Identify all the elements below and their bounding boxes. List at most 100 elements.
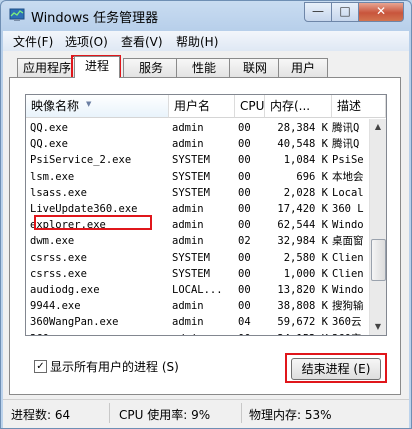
main-panel: 应用程序 进程 服务 性能 联网 用户 ▼ 映像名称 用户名 CPU 内存(..… <box>3 51 409 399</box>
table-row[interactable]: dwm.exe admin 02 32,984 K 桌面窗 <box>26 233 368 249</box>
close-button[interactable]: ✕ <box>358 2 404 22</box>
status-physical-memory: 物理内存: 53% <box>249 408 332 422</box>
tab-users[interactable]: 用户 <box>278 58 328 77</box>
maximize-button[interactable]: □ <box>331 2 359 22</box>
cell-user: SYSTEM <box>172 186 210 199</box>
cell-desc: 360 L <box>332 203 364 215</box>
column-label: CPU <box>240 99 265 113</box>
cell-cpu: 00 <box>238 251 251 264</box>
cell-mem: 1,000 K <box>283 267 328 280</box>
column-image-name[interactable]: ▼ 映像名称 <box>26 95 169 118</box>
cell-desc: 腾讯Q <box>332 138 360 151</box>
process-list[interactable]: ▼ 映像名称 用户名 CPU 内存(... 描述 QQ.exe admin 00 28… <box>25 94 387 336</box>
cell-mem: 696 K <box>296 170 328 183</box>
cell-mem: 17,420 K <box>277 203 328 215</box>
column-cpu[interactable]: CPU <box>235 95 265 118</box>
scroll-thumb[interactable] <box>371 239 386 281</box>
close-icon: ✕ <box>375 4 387 18</box>
table-row[interactable]: QQ.exe admin 00 40,548 K 腾讯Q <box>26 136 368 152</box>
cell-user: admin <box>172 219 204 232</box>
table-row[interactable]: QQ.exe admin 00 28,384 K 腾讯Q <box>26 120 368 136</box>
cell-desc: 360安 <box>332 331 369 335</box>
sort-icon: ▼ <box>86 100 92 108</box>
cell-cpu: 00 <box>238 219 251 232</box>
table-row[interactable]: 360WangPan.exe admin 04 59,672 K 360云 <box>26 314 368 330</box>
end-process-button[interactable]: 结束进程 (E) <box>291 358 381 380</box>
minimize-button[interactable]: — <box>304 2 332 22</box>
cell-user: SYSTEM <box>172 267 210 280</box>
table-row[interactable]: PsiService_2.exe SYSTEM 00 1,084 K PsiSe <box>26 152 368 168</box>
maximize-icon: □ <box>339 4 351 18</box>
cell-desc: PsiSe <box>332 154 364 167</box>
cell-cpu: 00 <box>238 267 251 280</box>
tab-networking[interactable]: 联网 <box>229 58 281 77</box>
table-row[interactable]: explorer.exe admin 00 62,544 K Windo <box>26 217 368 233</box>
vertical-scrollbar[interactable]: ▲ ▼ <box>369 119 386 335</box>
cell-desc: 桌面窗 <box>332 235 364 248</box>
cell-desc: Local <box>332 186 364 199</box>
column-label: 描述 <box>337 99 362 113</box>
column-label: 用户名 <box>174 99 211 113</box>
scroll-down-icon[interactable]: ▼ <box>370 319 386 335</box>
cell-name: 360... <box>30 331 167 335</box>
cell-mem: 32,984 K <box>277 235 328 248</box>
table-row[interactable]: csrss.exe SYSTEM 00 2,580 K Clien <box>26 250 368 266</box>
menu-file[interactable]: 文件(F) <box>13 33 53 50</box>
column-description[interactable]: 描述 <box>332 95 386 118</box>
cell-cpu: 00 <box>238 203 251 215</box>
table-row[interactable]: lsm.exe SYSTEM 00 696 K 本地会 <box>26 169 368 185</box>
cell-mem: 28,384 K <box>277 122 328 134</box>
cell-desc: Clien <box>332 267 364 280</box>
show-all-users-label[interactable]: 显示所有用户的进程 (S) <box>50 358 179 375</box>
column-label: 映像名称 <box>31 99 80 113</box>
cell-desc: Windo <box>332 219 364 232</box>
table-row[interactable]: 9944.exe admin 00 38,808 K 搜狗输 <box>26 298 368 314</box>
column-user-name[interactable]: 用户名 <box>169 95 235 118</box>
cell-mem: 2,580 K <box>283 251 328 264</box>
cell-mem: 2,028 K <box>283 186 328 199</box>
tab-processes[interactable]: 进程 <box>74 56 120 78</box>
cell-cpu: 02 <box>238 235 251 248</box>
cell-cpu: 04 <box>238 316 251 329</box>
cell-cpu: 00 <box>238 138 251 151</box>
table-row[interactable]: csrss.exe SYSTEM 00 1,000 K Clien <box>26 266 368 282</box>
tab-performance[interactable]: 性能 <box>176 58 232 77</box>
status-bar: 进程数: 64 CPU 使用率: 9% 物理内存: 53% <box>3 399 409 428</box>
tab-applications[interactable]: 应用程序 <box>17 58 77 77</box>
cell-mem: 1,084 K <box>283 154 328 167</box>
cell-user: admin <box>172 300 204 313</box>
table-row[interactable]: 360... admin 0024,152 K 360安 <box>26 331 369 335</box>
cell-cpu: 00 <box>238 284 251 296</box>
column-label: 内存(... <box>270 99 311 113</box>
title-bar[interactable]: Windows 任务管理器 — □ ✕ <box>1 1 411 29</box>
menu-help[interactable]: 帮助(H) <box>176 33 218 50</box>
table-row[interactable]: audiodg.exe LOCAL... 00 13,820 K Windo <box>26 282 368 298</box>
scroll-up-icon[interactable]: ▲ <box>370 119 386 135</box>
cell-mem: 24,152 K <box>262 331 328 335</box>
tab-services[interactable]: 服务 <box>123 58 179 77</box>
list-header: ▼ 映像名称 用户名 CPU 内存(... 描述 <box>26 95 386 119</box>
table-row[interactable]: lsass.exe SYSTEM 00 2,028 K Local <box>26 185 368 201</box>
cell-name: lsass.exe <box>30 186 87 199</box>
table-row[interactable]: LiveUpdate360.exe admin 00 17,420 K 360 L <box>26 201 368 217</box>
cell-user: SYSTEM <box>172 170 210 183</box>
cell-cpu: 00 <box>238 154 251 167</box>
menu-bar: 文件(F) 选项(O) 查看(V) 帮助(H) <box>3 31 409 51</box>
cell-cpu: 00 <box>238 186 251 199</box>
cell-desc: Windo <box>332 284 364 296</box>
cell-desc: 360云 <box>332 316 362 329</box>
menu-view[interactable]: 查看(V) <box>121 33 163 50</box>
cell-cpu: 00 <box>238 122 251 134</box>
show-all-users-checkbox[interactable]: ✓ <box>34 360 47 373</box>
menu-options[interactable]: 选项(O) <box>65 33 108 50</box>
status-divider <box>241 403 242 423</box>
cell-user: SYSTEM <box>172 154 210 167</box>
cell-name: QQ.exe <box>30 122 68 134</box>
cell-user: admin <box>172 138 204 151</box>
cell-name: 9944.exe <box>30 300 81 313</box>
status-cpu-usage: CPU 使用率: 9% <box>119 408 211 422</box>
cell-cpu: 00 <box>238 331 262 335</box>
cell-user: admin <box>172 122 204 134</box>
cell-name: LiveUpdate360.exe <box>30 203 138 215</box>
column-memory[interactable]: 内存(... <box>265 95 332 118</box>
